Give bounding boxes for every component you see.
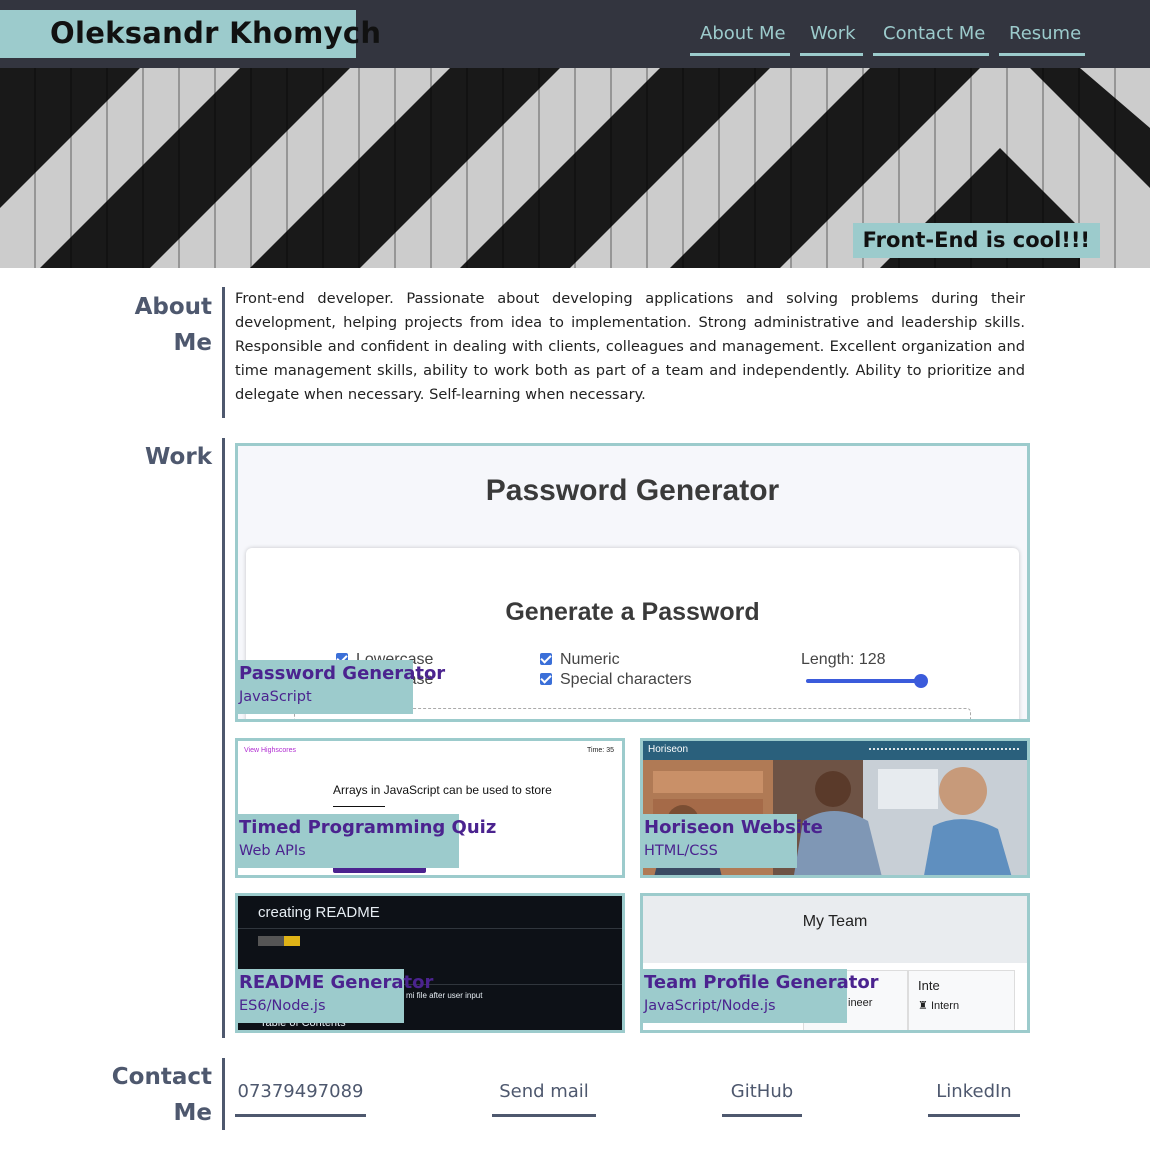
graduate-cap-icon: ♜ — [918, 1000, 928, 1012]
about-title-line2: Me — [173, 330, 213, 356]
work-section-title: Work — [145, 444, 212, 470]
about-text: Front-end developer. Passionate about de… — [235, 290, 1025, 403]
project-tech: ES6/Node.js — [239, 998, 326, 1014]
site-name-box: Oleksandr Khomych — [0, 10, 381, 58]
screenshot-rule — [238, 928, 622, 929]
site-header: Oleksandr Khomych About Me Work Contact … — [0, 0, 1150, 68]
screenshot-slider — [806, 679, 924, 683]
screenshot-timer: Time: 35 — [587, 747, 614, 754]
project-title[interactable]: Team Profile Generator — [644, 971, 879, 995]
screenshot-card: Inte ♜ Intern — [908, 970, 1015, 1030]
contact-github-link[interactable]: GitHub — [722, 1078, 802, 1117]
screenshot-view-link: View Highscores — [244, 747, 297, 754]
project-title[interactable]: Password Generator — [239, 662, 445, 686]
main-nav: About Me Work Contact Me Resume — [690, 20, 1150, 56]
screenshot-length-label: Length: 128 — [801, 651, 886, 668]
project-title[interactable]: Timed Programming Quiz — [239, 816, 496, 840]
site-name: Oleksandr Khomych — [50, 16, 382, 50]
slider-thumb-icon — [914, 674, 928, 688]
screenshot-nav-links — [869, 748, 1019, 751]
screenshot-heading: Password Generator — [485, 474, 780, 507]
screenshot-heading: creating README — [258, 904, 380, 921]
contact-divider — [222, 1058, 225, 1130]
nav-about-me[interactable]: About Me — [690, 20, 790, 56]
project-tech: HTML/CSS — [644, 843, 718, 859]
contact-phone-link[interactable]: 07379497089 — [235, 1078, 366, 1117]
project-card-timed-quiz[interactable]: View Highscores Time: 35 Arrays in JavaS… — [235, 738, 625, 878]
contact-section-title: Contact Me — [100, 1059, 212, 1131]
screenshot-intern-role: ♜ Intern — [918, 1000, 960, 1012]
about-section-title: About Me — [100, 289, 212, 361]
work-divider — [222, 438, 225, 1038]
screenshot-option: Numeric — [540, 651, 620, 669]
screenshot-header-bar: Horiseon — [643, 741, 1027, 760]
contact-linkedin-link[interactable]: LinkedIn — [928, 1078, 1020, 1117]
project-label: Horiseon Website HTML/CSS — [643, 814, 823, 868]
project-tech: JavaScript/Node.js — [644, 998, 776, 1014]
project-card-team-profile[interactable]: My Team ineer Inte ♜ Intern Team Profile… — [640, 893, 1030, 1033]
screenshot-logo: Horiseon — [648, 744, 689, 755]
screenshot-subheading: Generate a Password — [505, 598, 760, 626]
project-card-readme-generator[interactable]: creating README mi file after user input… — [235, 893, 625, 1033]
project-label: Timed Programming Quiz Web APIs — [238, 814, 496, 868]
screenshot-heading: My Team — [802, 913, 868, 930]
screenshot-option: Special characters — [540, 671, 692, 689]
hero-banner: Front-End is cool!!! — [0, 68, 1150, 268]
screenshot-question: Arrays in JavaScript can be used to stor… — [333, 783, 552, 797]
checkbox-icon — [540, 673, 552, 685]
nav-work[interactable]: Work — [800, 20, 863, 56]
screenshot-license-badge — [258, 936, 300, 946]
project-card-password-generator[interactable]: Password Generator Generate a Password L… — [235, 443, 1030, 722]
checkbox-icon — [540, 653, 552, 665]
project-label: README Generator ES6/Node.js — [238, 969, 433, 1023]
contact-title-line2: Me — [173, 1100, 213, 1126]
project-title[interactable]: README Generator — [239, 971, 433, 995]
project-tech: JavaScript — [239, 689, 312, 705]
nav-contact-me[interactable]: Contact Me — [873, 20, 989, 56]
screenshot-underline — [333, 806, 385, 807]
project-card-horiseon[interactable]: Horiseon Horiseon Website HTML/CSS — [640, 738, 1030, 878]
screenshot-jumbotron: My Team — [643, 896, 1027, 963]
about-divider — [222, 287, 225, 418]
project-label: Team Profile Generator JavaScript/Node.j… — [643, 969, 879, 1023]
about-title-line1: About — [134, 294, 212, 320]
project-label: Password Generator JavaScript — [238, 660, 445, 714]
nav-resume[interactable]: Resume — [999, 20, 1085, 56]
contact-email-link[interactable]: Send mail — [492, 1078, 596, 1117]
hero-tagline: Front-End is cool!!! — [852, 223, 1100, 258]
project-title[interactable]: Horiseon Website — [644, 816, 823, 840]
project-tech: Web APIs — [239, 843, 306, 859]
contact-title-line1: Contact — [111, 1064, 212, 1090]
